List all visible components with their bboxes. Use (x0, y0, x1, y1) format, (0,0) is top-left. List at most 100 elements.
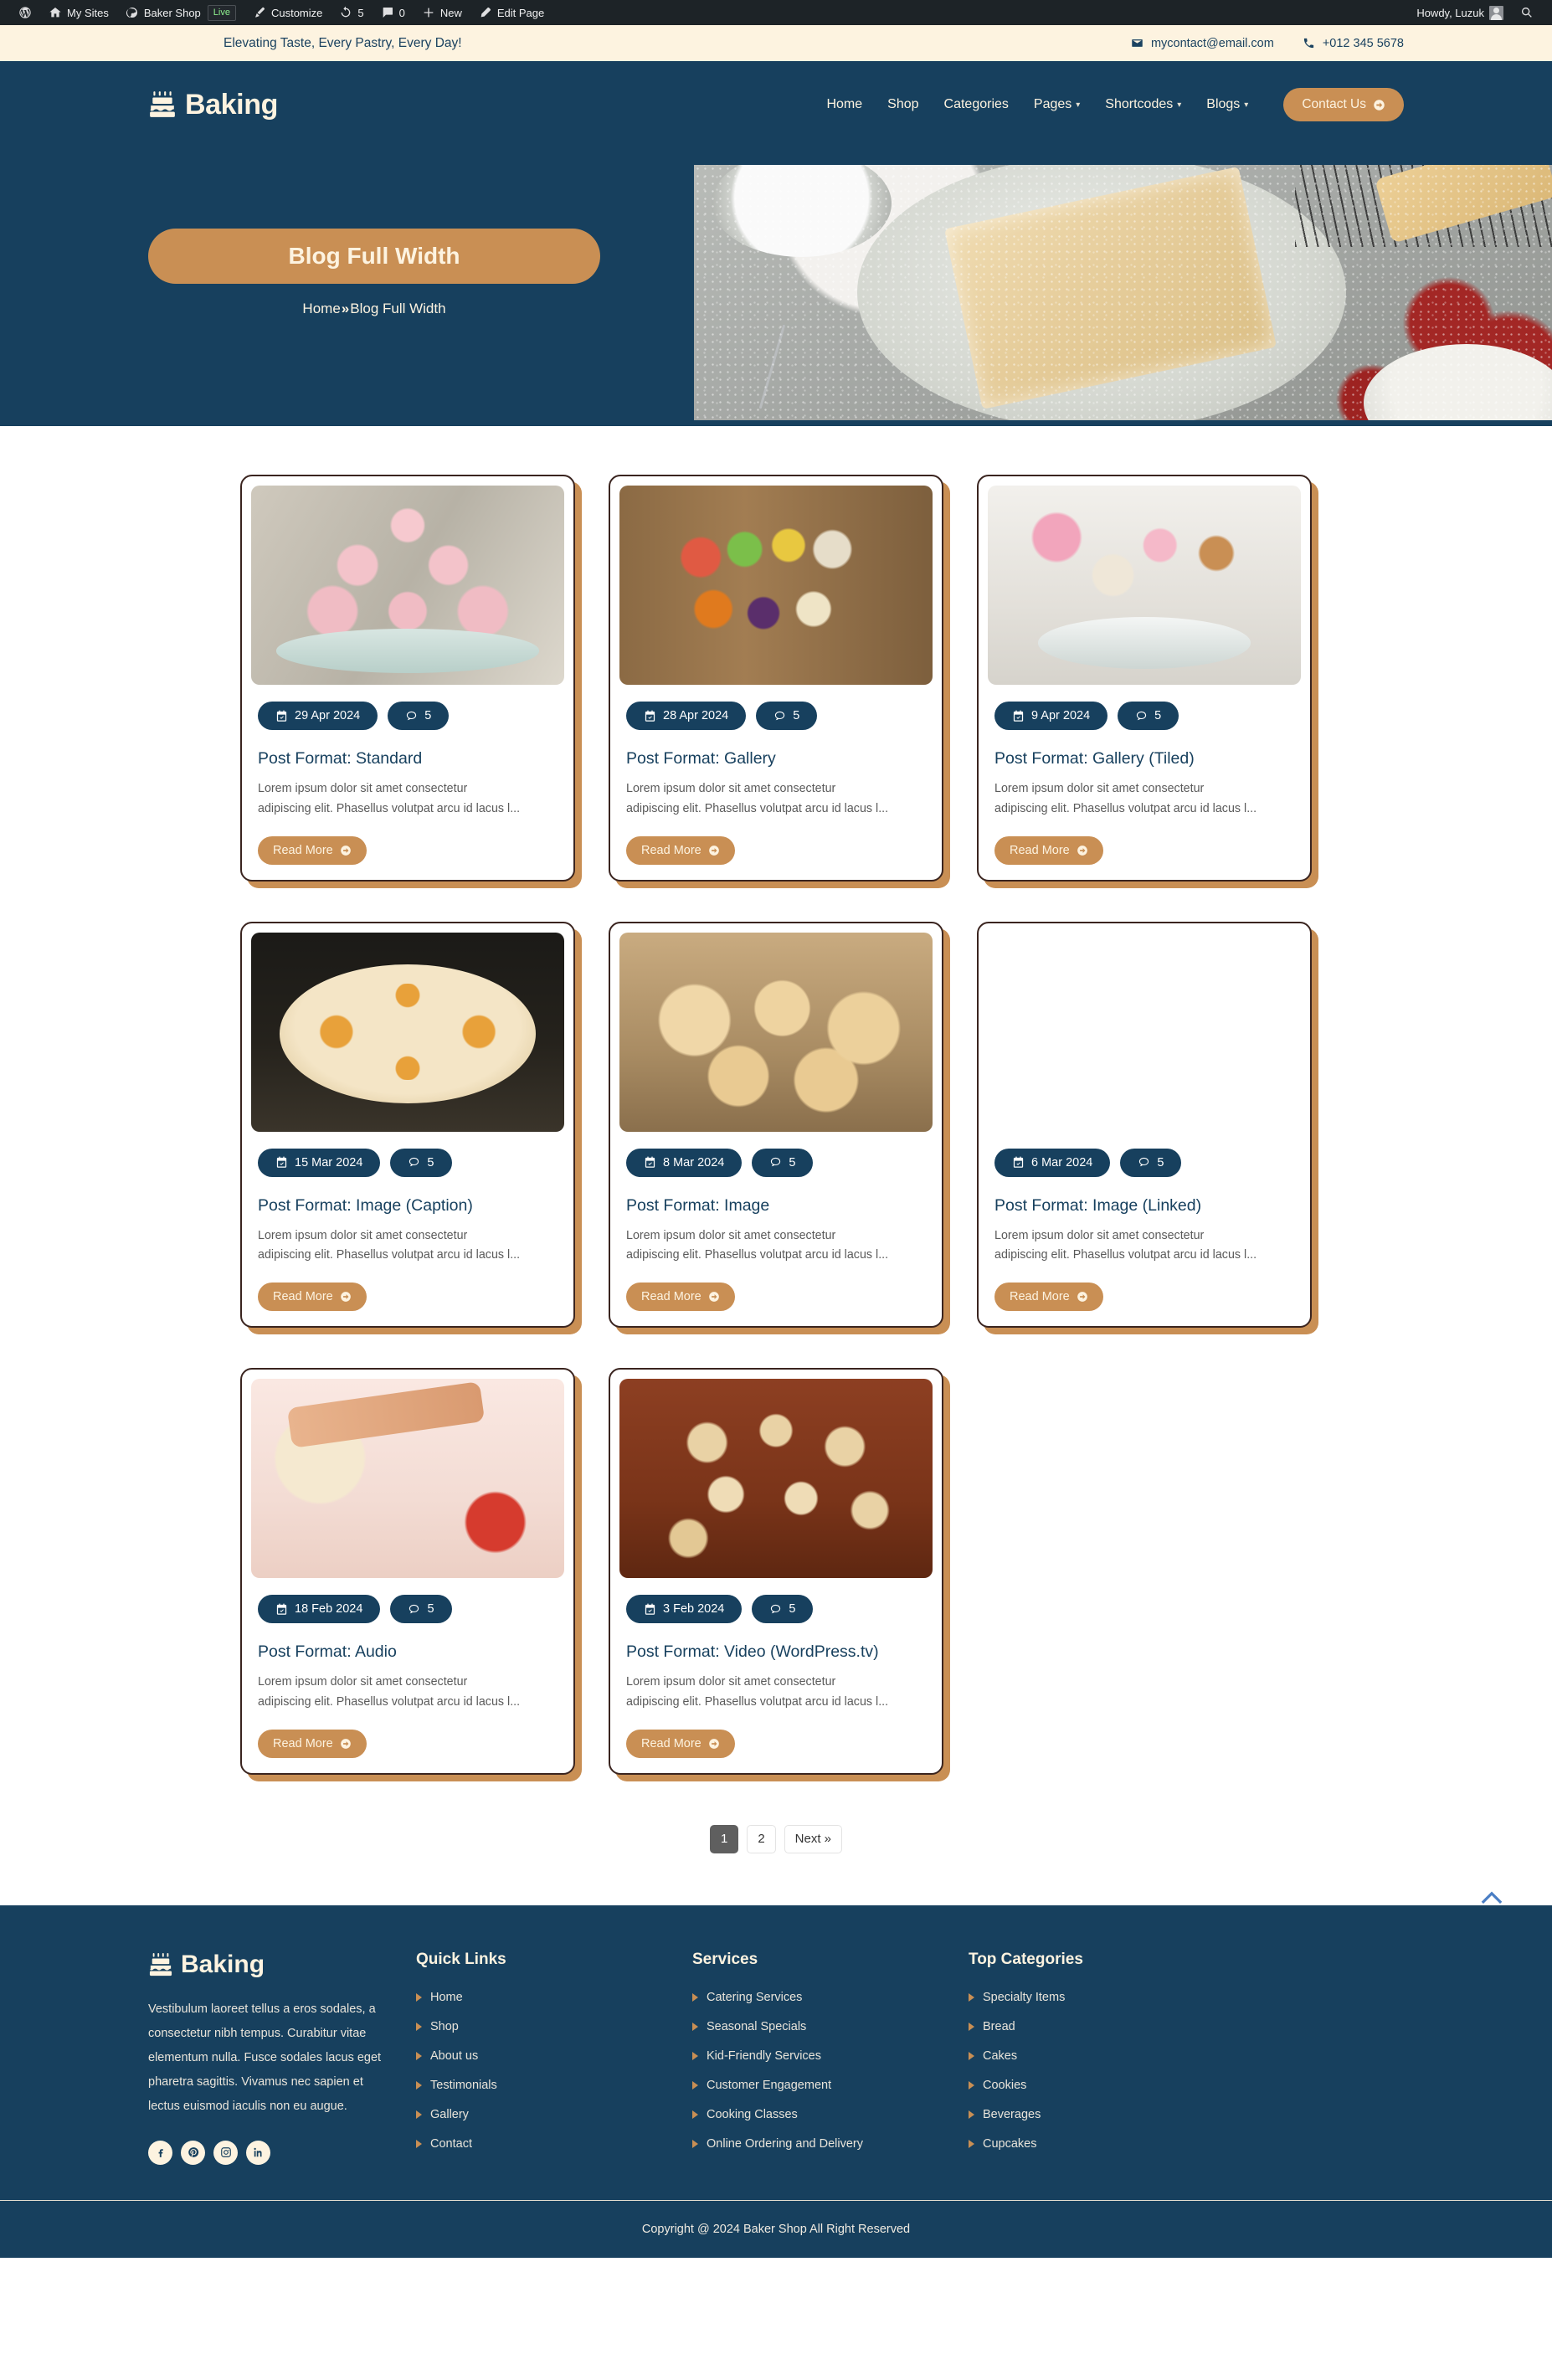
admin-bar-search-button[interactable] (1512, 0, 1542, 25)
wordpress-logo-button[interactable] (10, 0, 40, 25)
footer-link-item[interactable]: Gallery (416, 2108, 692, 2121)
read-more-button[interactable]: Read More (994, 835, 1103, 865)
post-comments-badge[interactable]: 5 (390, 1148, 452, 1177)
post-title[interactable]: Post Format: Image (Caption) (258, 1195, 558, 1216)
post-thumbnail[interactable] (251, 932, 564, 1132)
pinterest-link[interactable] (181, 2140, 205, 2165)
nav-item-categories[interactable]: Categories (944, 97, 1009, 112)
post-comments-badge[interactable]: 5 (388, 702, 450, 730)
post-title[interactable]: Post Format: Image (Linked) (994, 1195, 1294, 1216)
post-thumbnail[interactable] (619, 1379, 933, 1579)
post-date-badge[interactable]: 28 Apr 2024 (626, 702, 747, 730)
footer-link-item[interactable]: Catering Services (692, 1991, 969, 2004)
footer-link-item[interactable]: Customer Engagement (692, 2079, 969, 2092)
admin-bar-new[interactable]: New (414, 0, 470, 25)
footer-link-item[interactable]: Seasonal Specials (692, 2020, 969, 2033)
post-date-badge[interactable]: 9 Apr 2024 (994, 702, 1108, 730)
footer-link-item[interactable]: Cakes (969, 2049, 1404, 2063)
post-title[interactable]: Post Format: Gallery (626, 748, 926, 768)
admin-bar-my-sites[interactable]: My Sites (40, 0, 117, 25)
post-comments-badge[interactable]: 5 (390, 1595, 452, 1624)
post-date-badge[interactable]: 29 Apr 2024 (258, 702, 378, 730)
post-thumbnail[interactable] (988, 486, 1301, 685)
footer-link-item[interactable]: Specialty Items (969, 1991, 1404, 2004)
live-badge[interactable]: Live (207, 4, 236, 21)
admin-bar-edit-page[interactable]: Edit Page (470, 0, 552, 25)
nav-item-blogs[interactable]: Blogs ▾ (1206, 97, 1248, 112)
post-thumbnail[interactable] (251, 486, 564, 685)
contact-us-button[interactable]: Contact Us (1283, 88, 1404, 121)
admin-bar-site-name[interactable]: Baker Shop Live (117, 0, 244, 25)
post-title[interactable]: Post Format: Image (626, 1195, 926, 1216)
post-date-badge[interactable]: 15 Mar 2024 (258, 1148, 381, 1177)
breadcrumb-home[interactable]: Home (302, 301, 340, 316)
footer-link-item[interactable]: Testimonials (416, 2079, 692, 2092)
admin-bar-customize[interactable]: Customize (244, 0, 331, 25)
footer-link-item[interactable]: Cookies (969, 2079, 1404, 2092)
read-more-button[interactable]: Read More (258, 1283, 367, 1312)
post-comments-badge[interactable]: 5 (756, 702, 818, 730)
admin-bar-updates[interactable]: 5 (331, 0, 372, 25)
read-more-button[interactable]: Read More (626, 835, 735, 865)
contact-phone[interactable]: +012 345 5678 (1303, 37, 1404, 50)
admin-bar-comments[interactable]: 0 (373, 0, 414, 25)
post-title[interactable]: Post Format: Standard (258, 748, 558, 768)
post-comments-badge[interactable]: 5 (752, 1595, 814, 1624)
post-comments-badge[interactable]: 5 (1120, 1148, 1182, 1177)
post-comments-badge[interactable]: 5 (1118, 702, 1179, 730)
footer-link-item[interactable]: Cooking Classes (692, 2108, 969, 2121)
post-title[interactable]: Post Format: Video (WordPress.tv) (626, 1642, 926, 1662)
post-comments-badge[interactable]: 5 (752, 1148, 814, 1177)
footer-link-item[interactable]: Contact (416, 2137, 692, 2151)
footer-link-item[interactable]: Kid-Friendly Services (692, 2049, 969, 2063)
blog-post-card[interactable]: 15 Mar 2024 5 Post Format: Image (Caption)… (240, 921, 575, 1329)
footer-link-item[interactable]: About us (416, 2049, 692, 2063)
site-logo[interactable]: Baking (148, 89, 278, 121)
read-more-button[interactable]: Read More (258, 835, 367, 865)
footer-services-column: Services Catering Services Seasonal Speci… (692, 1951, 969, 2167)
read-more-button[interactable]: Read More (626, 1729, 735, 1758)
read-more-button[interactable]: Read More (994, 1283, 1103, 1312)
blog-post-card[interactable]: 29 Apr 2024 5 Post Format: Standard Lorem i… (240, 475, 575, 882)
blog-post-card[interactable]: 28 Apr 2024 5 Post Format: Gallery Lorem ip… (609, 475, 943, 882)
post-date-badge[interactable]: 18 Feb 2024 (258, 1595, 381, 1624)
footer-link-item[interactable]: Beverages (969, 2108, 1404, 2121)
footer-link-item[interactable]: Home (416, 1991, 692, 2004)
post-comments-count: 5 (793, 709, 800, 722)
facebook-link[interactable] (148, 2140, 172, 2165)
pagination-page-2[interactable]: 2 (747, 1824, 776, 1853)
footer-link-item[interactable]: Shop (416, 2020, 692, 2033)
blog-post-card[interactable]: 8 Mar 2024 5 Post Format: Image Lorem ipsum… (609, 921, 943, 1329)
admin-bar-howdy[interactable]: Howdy, Luzuk (1408, 0, 1512, 25)
nav-item-home[interactable]: Home (826, 97, 862, 112)
post-date-badge[interactable]: 3 Feb 2024 (626, 1595, 743, 1624)
post-date-badge[interactable]: 6 Mar 2024 (994, 1148, 1111, 1177)
scroll-to-top-button[interactable] (1479, 1886, 1504, 1911)
post-title[interactable]: Post Format: Gallery (Tiled) (994, 748, 1294, 768)
pagination-page-1[interactable]: 1 (709, 1824, 739, 1853)
post-thumbnail[interactable] (619, 486, 933, 685)
post-thumbnail[interactable] (988, 933, 1301, 1132)
read-more-button[interactable]: Read More (626, 1283, 735, 1312)
linkedin-link[interactable] (246, 2140, 270, 2165)
post-date-badge[interactable]: 8 Mar 2024 (626, 1148, 743, 1177)
nav-item-pages[interactable]: Pages ▾ (1034, 97, 1080, 112)
blog-post-card[interactable]: 6 Mar 2024 5 Post Format: Image (Linked) Lo… (977, 921, 1312, 1329)
blog-post-card[interactable]: 3 Feb 2024 5 Post Format: Video (WordPress… (609, 1368, 943, 1775)
footer-link-item[interactable]: Cupcakes (969, 2137, 1404, 2151)
blog-post-card[interactable]: 9 Apr 2024 5 Post Format: Gallery (Tiled) L… (977, 475, 1312, 882)
post-thumbnail[interactable] (619, 932, 933, 1132)
read-more-button[interactable]: Read More (258, 1729, 367, 1758)
footer-logo[interactable]: Baking (148, 1951, 416, 1979)
instagram-link[interactable] (213, 2140, 238, 2165)
footer-link-item[interactable]: Bread (969, 2020, 1404, 2033)
post-title[interactable]: Post Format: Audio (258, 1642, 558, 1662)
post-excerpt: Lorem ipsum dolor sit amet consectetur a… (626, 782, 889, 815)
pagination-next[interactable]: Next » (784, 1824, 843, 1853)
contact-email[interactable]: mycontact@email.com (1131, 37, 1274, 50)
nav-item-shortcodes[interactable]: Shortcodes ▾ (1105, 97, 1181, 112)
footer-link-item[interactable]: Online Ordering and Delivery (692, 2137, 969, 2151)
nav-item-shop[interactable]: Shop (887, 97, 918, 112)
blog-post-card[interactable]: 18 Feb 2024 5 Post Format: Audio Lorem ipsu… (240, 1368, 575, 1775)
post-thumbnail[interactable] (251, 1379, 564, 1579)
